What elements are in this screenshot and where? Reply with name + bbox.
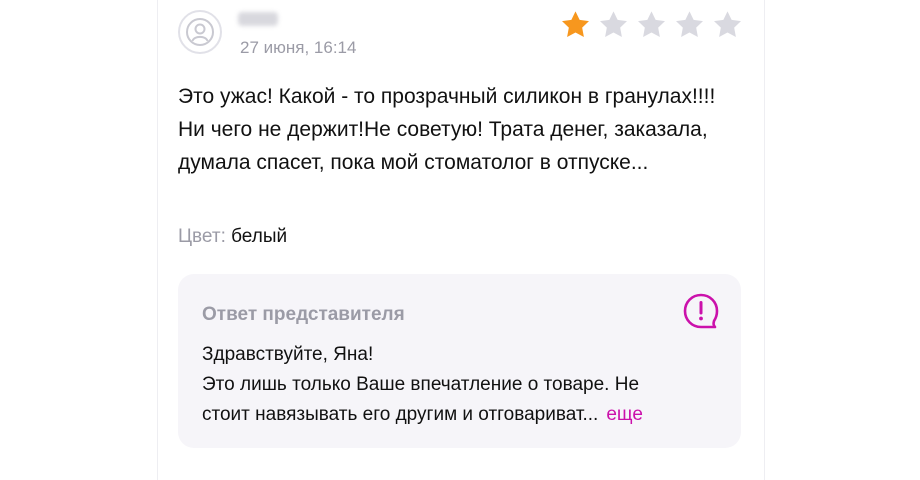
star-empty-icon xyxy=(714,11,741,37)
exclamation-bubble-icon xyxy=(682,292,720,330)
star-empty-icon xyxy=(600,11,627,37)
review-date: 27 июня, 16:14 xyxy=(240,38,357,57)
seller-reply: Ответ представителя Здравствуйте, Яна! Э… xyxy=(178,274,741,448)
star-empty-icon xyxy=(676,11,703,37)
color-value: белый xyxy=(231,226,288,247)
reply-greeting: Здравствуйте, Яна! xyxy=(202,344,374,365)
reply-body-line-truncated: стоит навязывать его другим и отговарива… xyxy=(202,400,722,430)
review-text: Это ужас! Какой - то прозрачный силикон … xyxy=(178,85,716,174)
star-empty-icon xyxy=(638,11,665,37)
author-name-blurred xyxy=(238,12,278,26)
reply-title: Ответ представителя xyxy=(202,304,405,325)
color-label: Цвет: xyxy=(178,226,226,247)
color-attribute: Цвет: белый xyxy=(178,226,287,248)
user-avatar-icon xyxy=(178,10,222,54)
reply-body-line-text: стоит навязывать его другим и отговарива… xyxy=(202,404,599,425)
star-rating xyxy=(559,9,744,41)
star-filled-icon xyxy=(562,11,589,37)
read-more-link[interactable]: еще xyxy=(606,404,643,425)
reply-text: Здравствуйте, Яна! Это лишь только Ваше … xyxy=(202,340,722,430)
reply-body-line: Это лишь только Ваше впечатление о товар… xyxy=(202,374,640,395)
